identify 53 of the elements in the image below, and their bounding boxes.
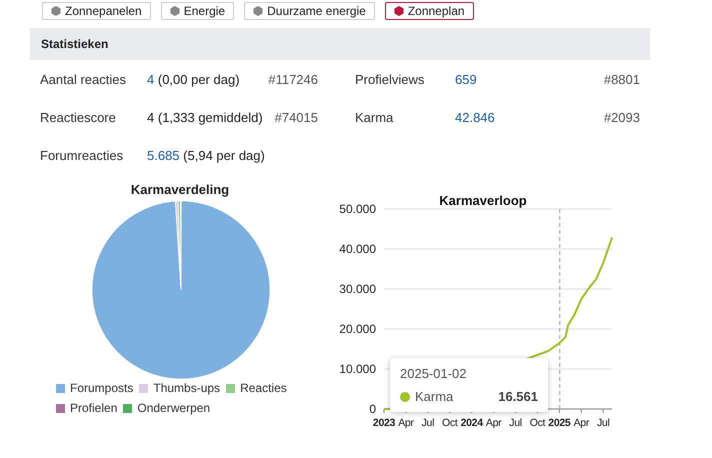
axis-label: 40.000 xyxy=(339,242,376,256)
panel-header: Statistieken xyxy=(30,28,650,60)
stat-rank: #8801 xyxy=(602,72,640,86)
stat-link[interactable]: 5.685 xyxy=(147,148,180,162)
stat-label: Aantal reacties xyxy=(40,72,127,86)
axis-label: 0 xyxy=(369,402,376,416)
axis-label: 2023 xyxy=(372,417,396,429)
legend-item[interactable]: Thumbs-ups xyxy=(139,381,220,395)
axis-label: 10.000 xyxy=(339,362,376,376)
stat-note: (1,333 gemiddeld) xyxy=(158,110,263,124)
stat-link[interactable]: 42.846 xyxy=(455,110,495,124)
tooltip-date: 2025-01-02 xyxy=(400,366,468,381)
axis-label: 50.000 xyxy=(339,202,376,216)
axis-label: 30.000 xyxy=(339,282,376,296)
chart-title: Karmaverloop xyxy=(439,193,527,208)
hexagon-icon xyxy=(51,6,61,16)
stat-rank: #2093 xyxy=(602,110,640,124)
axis-label: Apr xyxy=(486,417,502,429)
legend-item[interactable]: Forumposts xyxy=(56,381,134,395)
chart-title: Karmaverdeling xyxy=(130,182,230,197)
stat-label: Reactiescore xyxy=(40,110,117,124)
series-name: Karma xyxy=(415,389,454,404)
axis-label: 2024 xyxy=(460,417,483,429)
axis-label: Jul xyxy=(509,417,522,429)
stat-note: (0,00 per dag) xyxy=(158,72,240,86)
stat-link[interactable]: 4 xyxy=(147,72,154,86)
legend-item[interactable]: Onderwerpen xyxy=(123,401,210,415)
stat-rank: #74015 xyxy=(274,110,318,124)
stat-note: (5,94 per dag) xyxy=(183,148,265,162)
filter-tab[interactable]: Zonneplan xyxy=(384,2,474,20)
filter-tab[interactable]: Zonnepanelen xyxy=(42,2,151,20)
stat-link[interactable]: 659 xyxy=(455,72,477,86)
axis-label: Jul xyxy=(596,417,610,429)
axis-label: Apr xyxy=(398,417,414,429)
axis-label: 20.000 xyxy=(339,322,376,336)
axis-label: Jul xyxy=(422,417,434,429)
stat-label: Forumreacties xyxy=(40,148,124,162)
hexagon-icon xyxy=(394,6,404,16)
axis-label: Apr xyxy=(574,417,590,429)
axis-label: Oct xyxy=(530,417,546,429)
hexagon-icon xyxy=(170,6,180,16)
filter-tab[interactable]: Duurzame energie xyxy=(244,2,375,20)
stat-rank: #117246 xyxy=(267,72,318,86)
axis-label: 2025 xyxy=(548,417,570,429)
stat-value: 4 xyxy=(147,110,154,124)
axis-label: Oct xyxy=(442,417,458,429)
stat-label: Profielviews xyxy=(355,72,426,86)
hexagon-icon xyxy=(253,6,264,16)
legend-item[interactable]: Reacties xyxy=(226,381,287,395)
tooltip-value: 16.561 xyxy=(498,389,538,404)
stat-label: Karma xyxy=(355,110,394,124)
filter-tab[interactable]: Energie xyxy=(160,2,234,20)
legend-item[interactable]: Profielen xyxy=(56,401,118,415)
